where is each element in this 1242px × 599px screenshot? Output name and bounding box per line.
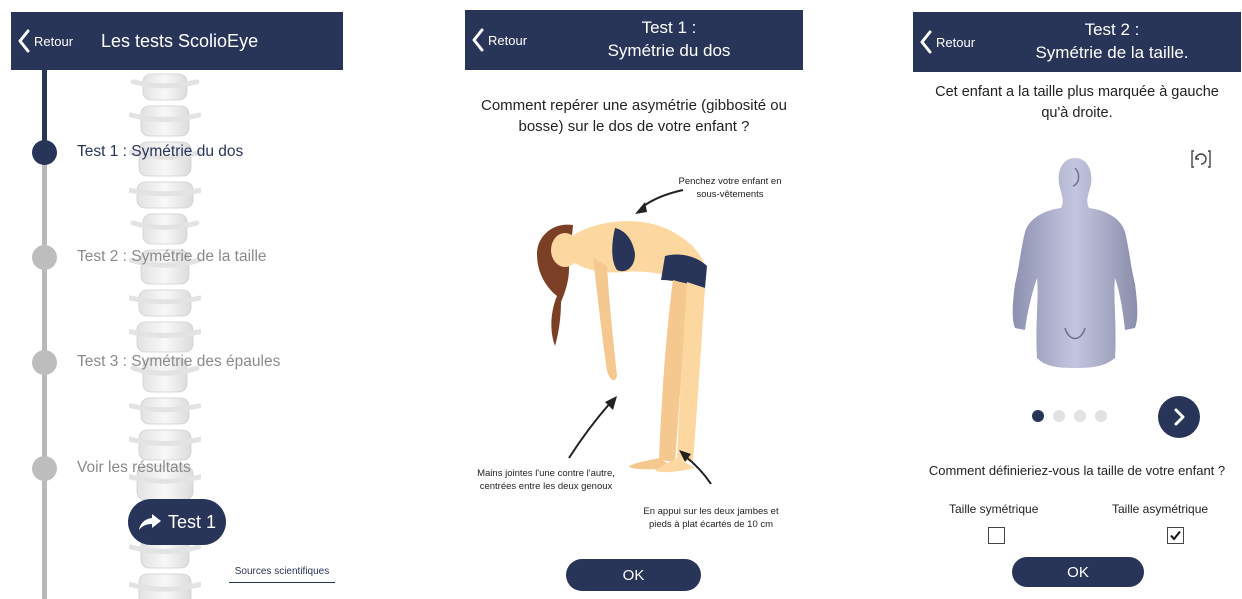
chevron-right-icon [1174, 408, 1185, 426]
header-bar: Retour Les tests ScolioEye [11, 12, 343, 70]
callout-hands: Mains jointes l'une contre l'autre, cent… [477, 468, 615, 492]
timeline-dot-test1[interactable] [32, 140, 57, 165]
rotate-view-icon[interactable] [1190, 148, 1212, 170]
timeline-dot-test3[interactable] [32, 350, 57, 375]
share-arrow-icon [138, 514, 161, 530]
page-title-line1: Test 2 : [1084, 20, 1140, 39]
carousel-dot-3[interactable] [1074, 410, 1086, 422]
back-button[interactable]: Retour [919, 12, 975, 72]
ok-button[interactable]: OK [1012, 557, 1144, 587]
waist-question-text: Comment définieriez-vous la taille de vo… [928, 463, 1226, 478]
ok-button[interactable]: OK [566, 559, 701, 591]
carousel-indicator [1032, 410, 1107, 422]
back-button[interactable]: Retour [471, 10, 527, 70]
test2-screen: Retour Test 2 : Symétrie de la taille. C… [913, 0, 1241, 599]
carousel-dot-2[interactable] [1053, 410, 1065, 422]
back-label: Retour [34, 33, 74, 49]
3d-torso-model [975, 128, 1175, 390]
start-test-button[interactable]: Test 1 [128, 499, 226, 545]
test1-screen: Retour Test 1 : Symétrie du dos Comment … [465, 0, 803, 599]
page-title-line1: Test 1 : [641, 18, 697, 37]
page-title: Les tests ScolioEye [101, 31, 259, 51]
question-text: Cet enfant a la taille plus marquée à ga… [935, 84, 1219, 121]
checkmark-icon [1170, 530, 1181, 541]
back-label: Retour [936, 34, 976, 50]
timeline-item-test3[interactable]: Test 3 : Symétrie des épaules [77, 353, 280, 371]
timeline-item-test1[interactable]: Test 1 : Symétrie du dos [77, 143, 243, 161]
page-title-line2: Symétrie du dos [607, 41, 731, 60]
carousel-dot-1[interactable] [1032, 410, 1044, 422]
timeline-dot-results[interactable] [32, 456, 57, 481]
back-label: Retour [488, 32, 528, 48]
page-title-line2: Symétrie de la taille. [1035, 43, 1189, 62]
chevron-left-icon [920, 30, 932, 54]
page-title: Test 1 : Symétrie du dos [535, 16, 803, 62]
checkbox-asymmetric[interactable] [1167, 527, 1184, 544]
header-bar: Retour Test 2 : Symétrie de la taille. [913, 12, 1241, 72]
header-bar: Retour Test 1 : Symétrie du dos [465, 10, 803, 70]
next-button[interactable] [1158, 396, 1200, 438]
chevron-left-icon [18, 29, 30, 53]
carousel-dot-4[interactable] [1095, 410, 1107, 422]
option-label-asymmetric: Taille asymétrique [1112, 502, 1209, 516]
callout-underwear: Penchez votre enfant en sous-vêtements [678, 176, 782, 200]
page-title: Test 2 : Symétrie de la taille. [983, 18, 1241, 64]
scientific-sources-link[interactable]: Sources scientifiques [229, 566, 335, 583]
timeline-item-results[interactable]: Voir les résultats [77, 459, 191, 477]
timeline-dot-test2[interactable] [32, 245, 57, 270]
timeline-item-test2[interactable]: Test 2 : Symétrie de la taille [77, 248, 267, 266]
bending-child-illustration [537, 189, 712, 485]
tests-overview-screen: Retour Les tests ScolioEye Test 1 : Symé… [11, 0, 343, 599]
start-test-label: Test 1 [167, 511, 217, 532]
back-button[interactable]: Retour [17, 12, 73, 70]
chevron-left-icon [472, 28, 484, 52]
checkbox-symmetric[interactable] [988, 527, 1005, 544]
option-label-symmetric: Taille symétrique [949, 502, 1039, 516]
callout-feet: En appui sur les deux jambes et pieds à … [643, 506, 779, 530]
question-text: Comment repérer une asymétrie (gibbosité… [481, 97, 787, 135]
